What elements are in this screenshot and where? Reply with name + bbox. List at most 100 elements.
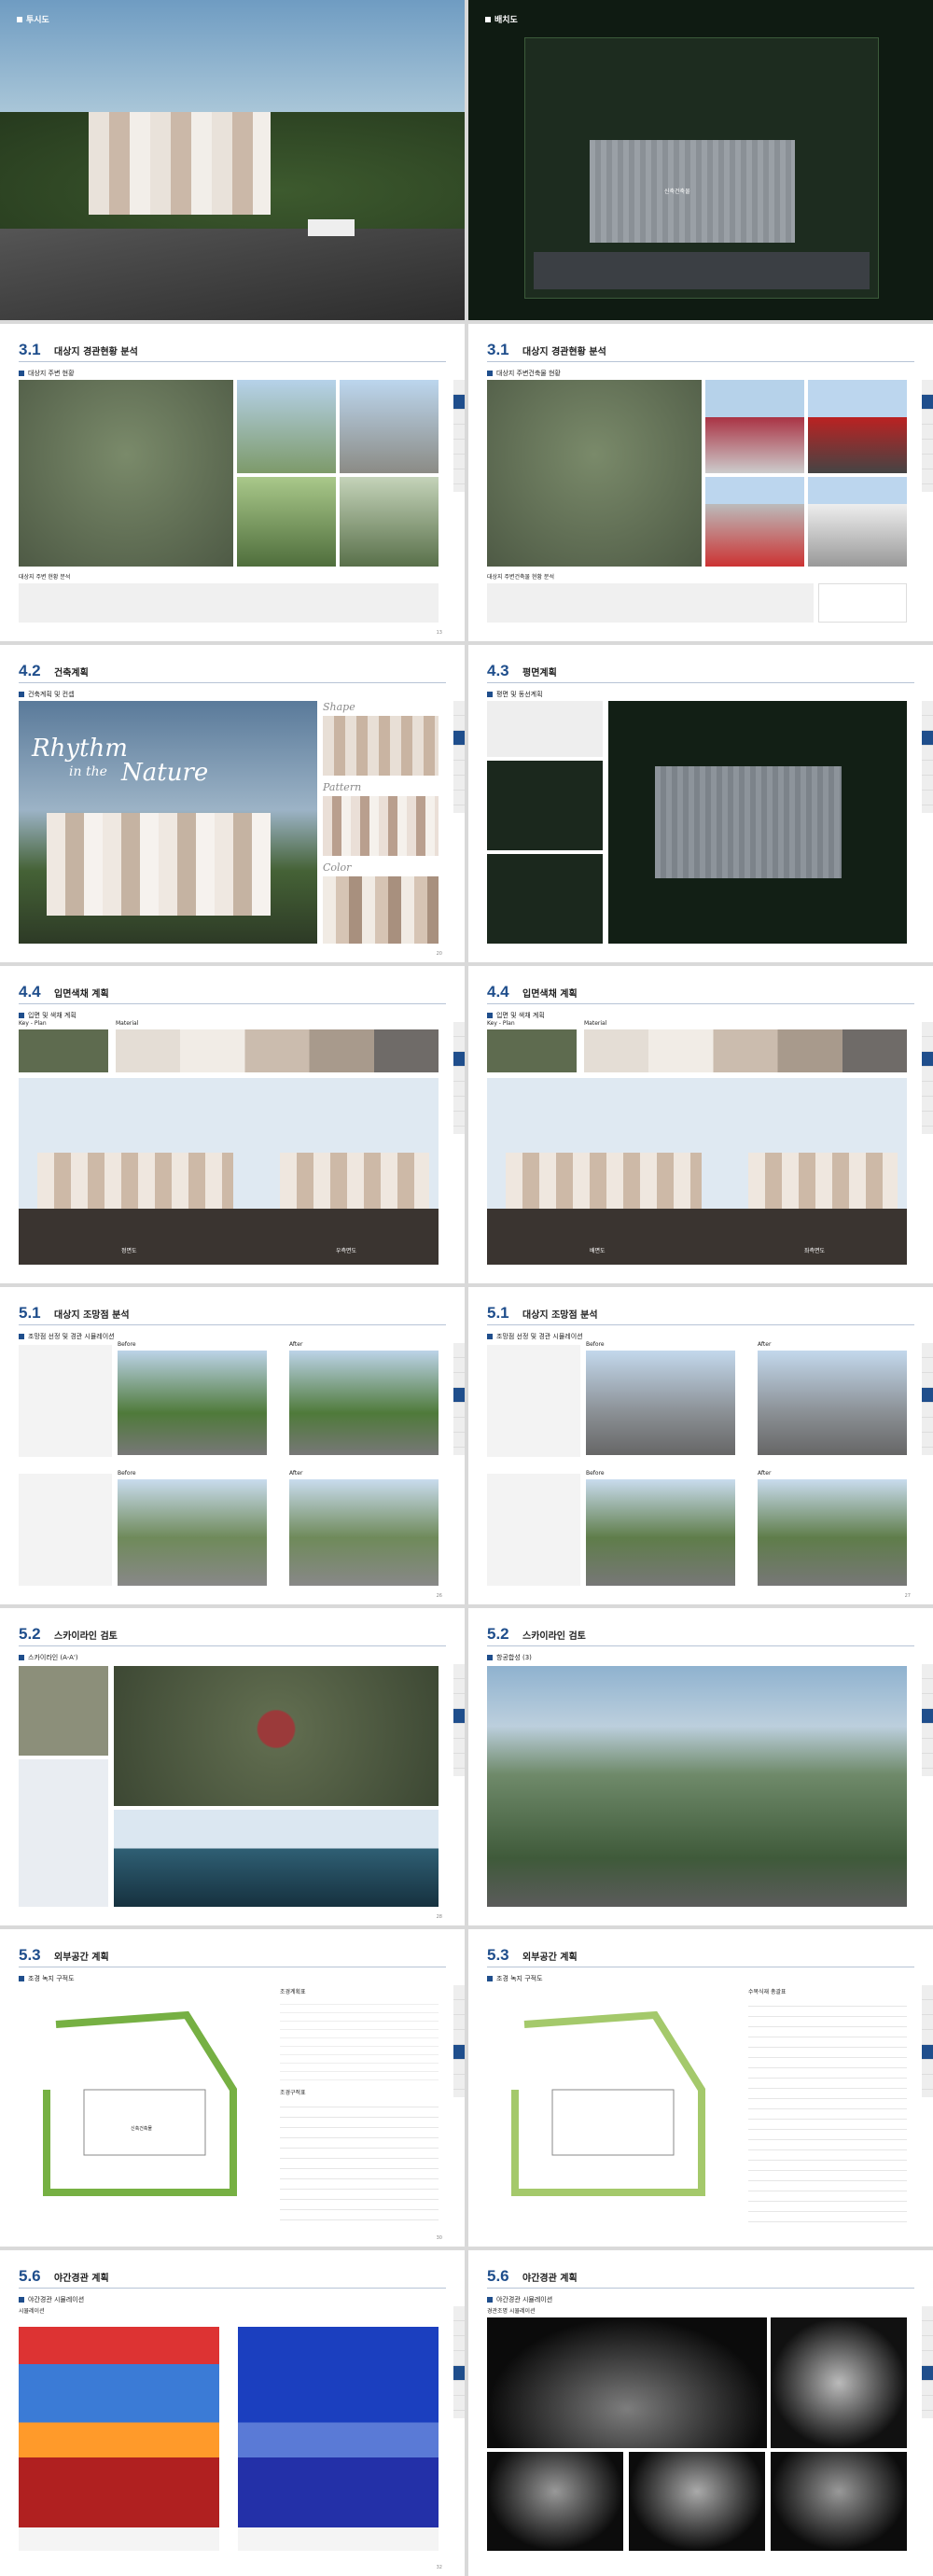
- concept-title-b: in the: [69, 764, 107, 779]
- side-tabs: [922, 1985, 933, 2097]
- elevation-label-rear: 배면도: [590, 1248, 606, 1254]
- viewpoint-page-a: 5.1 대상지 조망점 분석 조망점 선정 및 경관 시뮬레이션 Before …: [0, 1287, 465, 1604]
- page-number: 27: [904, 1593, 911, 1599]
- divider: [487, 1324, 914, 1325]
- section-title: 외부공간 계획: [54, 1953, 109, 1963]
- viewpoint-map-2: [19, 1474, 112, 1586]
- subsection-title: 건축계획 및 컨셉: [19, 690, 75, 699]
- pattern-image: [323, 796, 439, 856]
- color-wheel: [818, 583, 907, 623]
- subsection-title: 조망점 선정 및 경관 시뮬레이션: [487, 1332, 583, 1341]
- highway-image: [0, 229, 465, 320]
- page-label: 투시도: [17, 13, 49, 25]
- section-title: 야간경관 계획: [54, 2274, 109, 2284]
- after-label: After: [758, 1470, 772, 1477]
- side-tabs: [922, 380, 933, 492]
- before-label: Before: [118, 1341, 136, 1348]
- subsection-title: 조망점 선정 및 경관 시뮬레이션: [19, 1332, 115, 1341]
- side-tabs: [922, 701, 933, 813]
- section-number: 3.1: [487, 341, 509, 358]
- material-label: Material: [584, 1020, 607, 1027]
- pattern-label: Pattern: [323, 781, 362, 793]
- section-title: 입면색채 계획: [522, 989, 578, 1000]
- divider: [487, 1003, 914, 1004]
- section-title: 외부공간 계획: [522, 1953, 578, 1963]
- caption: 대상지 주변건축물 현황 분석: [487, 574, 554, 581]
- side-tabs: [453, 1664, 465, 1776]
- building-photo-3: [705, 477, 804, 567]
- concept-title-c: Nature: [121, 759, 209, 787]
- night-render-top: [771, 2317, 907, 2448]
- table-title-1: 조경계획표: [280, 1989, 306, 1995]
- elevation-page-b: 4.4 입면색채 계획 입면 및 색채 계획 Key - Plan Materi…: [468, 966, 933, 1283]
- divider: [19, 682, 446, 683]
- key-plan-label: Key - Plan: [487, 1020, 515, 1027]
- elevation-page-a: 4.4 입면색채 계획 입면 및 색채 계획 Key - Plan Materi…: [0, 966, 465, 1283]
- material-swatches: [584, 1029, 907, 1072]
- divider: [19, 361, 446, 362]
- elevation-left: [748, 1153, 898, 1209]
- divider: [487, 2288, 914, 2289]
- aerial-composite-photo: [487, 1666, 907, 1907]
- illuminance-simulation-b: [238, 2317, 439, 2551]
- after-photo-2: [289, 1479, 439, 1586]
- site-plan-page: 배치도 신축건축물: [468, 0, 933, 320]
- side-tabs: [453, 1985, 465, 2097]
- section-title: 스카이라인 검토: [54, 1631, 118, 1642]
- section-number: 5.3: [19, 1946, 41, 1964]
- section-title: 대상지 조망점 분석: [522, 1310, 598, 1321]
- illuminance-simulation-a: [19, 2317, 219, 2551]
- section-number: 4.4: [487, 983, 509, 1001]
- before-photo-1: [586, 1351, 735, 1455]
- building-photo-1: [705, 380, 804, 473]
- key-plan: [19, 1029, 108, 1072]
- after-label: After: [289, 1341, 303, 1348]
- planting-table: [748, 1996, 907, 2228]
- divider: [487, 682, 914, 683]
- table-title-2: 조경구적표: [280, 2090, 306, 2096]
- building-render: [47, 813, 271, 916]
- subsection-title: 스카이라인 (A-A'): [19, 1653, 78, 1662]
- divider: [19, 1645, 446, 1646]
- building-label: 신축건축물: [664, 189, 690, 195]
- night-view-page-a: 5.6 야간경관 계획 야간경관 시뮬레이션 시뮬레이션 32: [0, 2250, 465, 2576]
- section-number: 5.1: [19, 1304, 41, 1322]
- subsection-title: 야간경관 시뮬레이션: [487, 2295, 552, 2304]
- divider: [487, 361, 914, 362]
- after-photo-1: [289, 1351, 439, 1455]
- section-title: 대상지 경관현황 분석: [54, 347, 138, 357]
- key-plan-label: Key - Plan: [19, 1020, 47, 1027]
- building-photo-2: [808, 380, 907, 473]
- section-number: 5.6: [487, 2267, 509, 2285]
- page-number: 30: [436, 2235, 442, 2241]
- viewpoint-page-b: 5.1 대상지 조망점 분석 조망점 선정 및 경관 시뮬레이션 Before …: [468, 1287, 933, 1604]
- side-tabs: [453, 1343, 465, 1455]
- section-title: 야간경관 계획: [522, 2274, 578, 2284]
- report-spread-grid: 투시도 배치도 신축건축물 3.1 대상지 경관현황 분석 대상지 주변 현황 …: [0, 0, 933, 2576]
- section-number: 4.3: [487, 662, 509, 679]
- planting-plan: [487, 1987, 739, 2228]
- side-tabs: [453, 2306, 465, 2418]
- section-number: 4.4: [19, 983, 41, 1001]
- page-number: 32: [436, 2565, 442, 2570]
- building-photo-4: [808, 477, 907, 567]
- night-detail-2: [629, 2452, 765, 2551]
- plan-thumb-2: [487, 854, 603, 944]
- section-number: 3.1: [19, 341, 41, 358]
- subsection-title: 조경 녹지 구적도: [19, 1974, 75, 1983]
- divider: [487, 1645, 914, 1646]
- divider: [19, 1003, 446, 1004]
- landscape-plan-drawing: [43, 2010, 237, 2196]
- skyline-section: [114, 1810, 439, 1907]
- building-label: 신축건축물: [131, 2126, 153, 2132]
- before-photo-2: [118, 1479, 267, 1586]
- concept-title-a: Rhythm: [32, 735, 128, 763]
- perspective-page: 투시도: [0, 0, 465, 320]
- subsection-title-2: 경관조명 시뮬레이션: [487, 2308, 536, 2315]
- after-photo-1: [758, 1351, 907, 1455]
- section-number: 5.2: [19, 1625, 41, 1643]
- truck-image: [308, 219, 355, 236]
- night-view-page-b: 5.6 야간경관 계획 야간경관 시뮬레이션 경관조명 시뮬레이션: [468, 2250, 933, 2576]
- analysis-page-3-1a: 3.1 대상지 경관현황 분석 대상지 주변 현황 대상지 주변 현황 분석 1…: [0, 324, 465, 641]
- building-render: [89, 112, 271, 215]
